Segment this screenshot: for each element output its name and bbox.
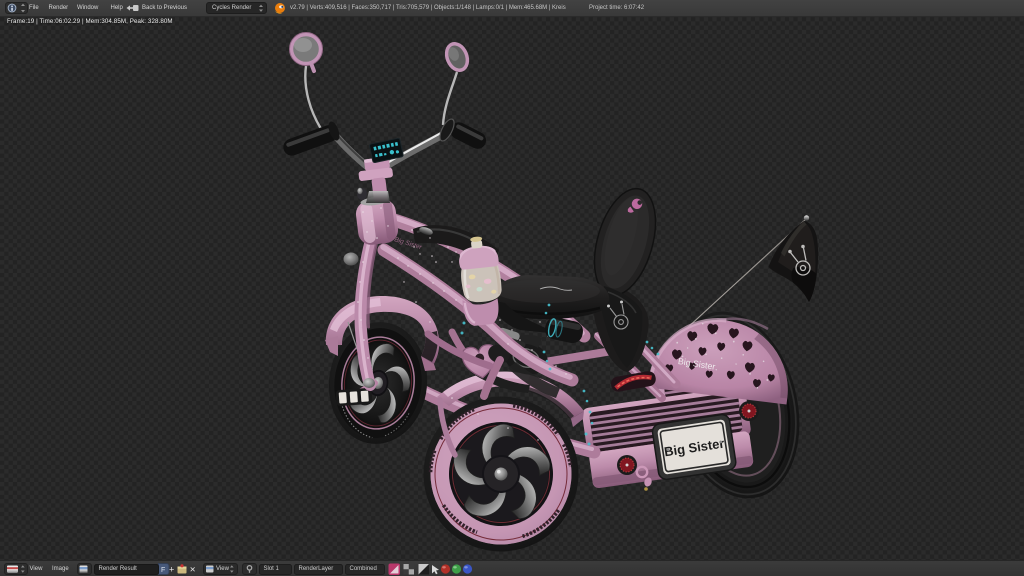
svg-text:✕: ✕	[190, 565, 196, 574]
svg-text:+: +	[169, 565, 174, 575]
svg-text:F: F	[161, 567, 165, 574]
